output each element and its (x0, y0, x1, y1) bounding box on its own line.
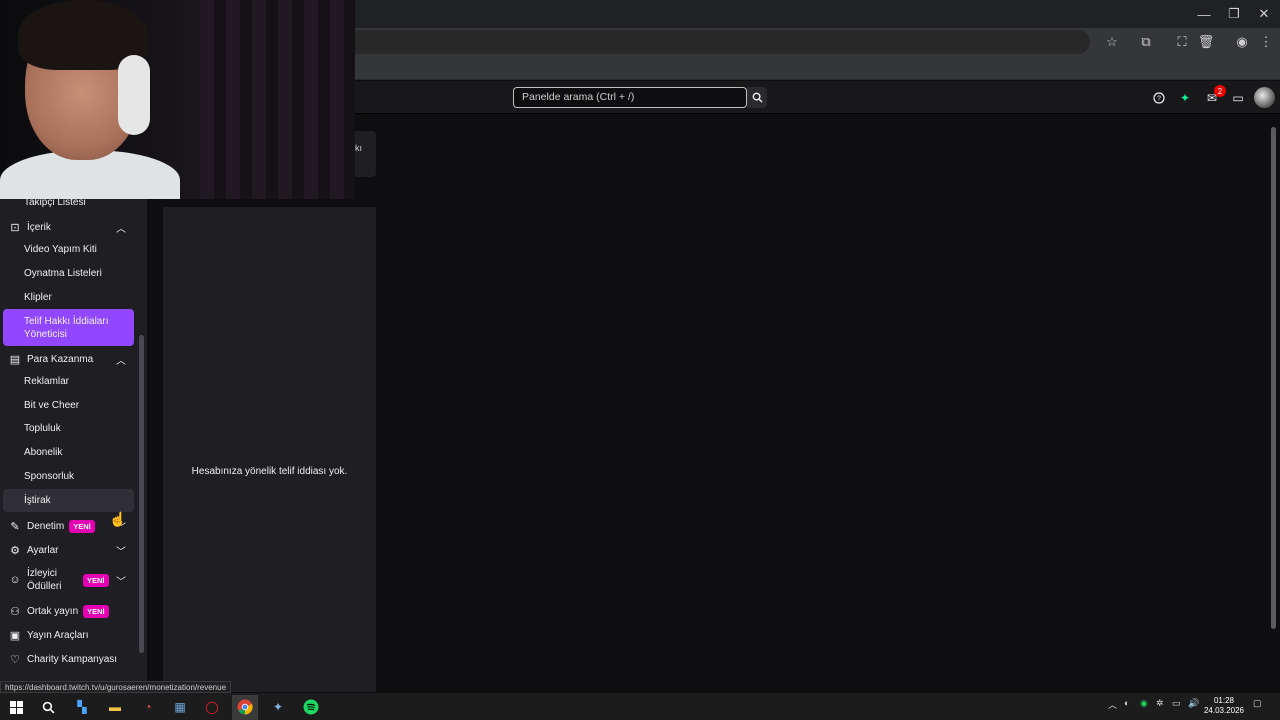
chevron-up-icon[interactable]: ︿ (116, 352, 126, 367)
sidebar-section-label: Ayarlar (27, 544, 59, 556)
sidebar-section-settings[interactable]: ⚙ Ayarlar (8, 543, 59, 557)
start-icon[interactable] (4, 695, 28, 719)
sidebar-section-label: Charity Kampanyası (27, 653, 118, 665)
sidebar-section-label: İzleyici Ödülleri (27, 568, 62, 592)
collab-icon: ⚇ (10, 605, 20, 618)
file-explorer-icon[interactable]: ▬ (103, 695, 127, 719)
webcam-background (200, 0, 355, 199)
notification-badge: 2 (1214, 85, 1226, 97)
opera-icon[interactable]: ◯ (200, 695, 224, 719)
sidebar-section-viewer-rewards[interactable]: ☺ İzleyici Ödülleri YENİ (8, 567, 109, 593)
menu-icon[interactable]: ⋮ (1256, 32, 1276, 52)
restore-button[interactable]: ❐ (1218, 0, 1250, 28)
webcam-headset (118, 55, 150, 135)
sidebar-item-playlists[interactable]: Oynatma Listeleri (24, 268, 102, 279)
mouse-cursor-icon: ☝ (109, 511, 127, 527)
sidebar-section-moderation[interactable]: ✎ Denetim YENİ (8, 519, 95, 533)
sidebar-section-label: Para Kazanma (27, 353, 94, 365)
sidebar-section-content[interactable]: ⊡ İçerik (8, 220, 51, 234)
star-icon[interactable]: ☆ (1102, 32, 1122, 52)
notifications-icon[interactable]: ▢ (1253, 698, 1262, 709)
sidebar-item-affiliate[interactable]: İştirak (24, 495, 51, 506)
content-icon: ⊡ (10, 221, 20, 234)
sidebar-item-bits[interactable]: Bit ve Cheer (24, 400, 79, 411)
close-window-button[interactable]: ✕ (1248, 0, 1280, 28)
sparkle-icon[interactable]: ✦ (1176, 89, 1194, 107)
webcam-overlay (0, 0, 355, 199)
new-badge: YENİ (69, 519, 95, 533)
sidebar-item-copyright-claims[interactable]: Telif Hakkı İddiaları Yöneticisi (24, 315, 124, 341)
search-taskbar-icon[interactable] (36, 695, 60, 719)
profile-icon[interactable]: ◉ (1232, 32, 1252, 52)
tray-chevron-icon[interactable]: ︿ (1108, 698, 1117, 711)
panel-header-fragment: kı (355, 143, 363, 153)
sidebar-item-hover-bg (3, 489, 134, 512)
sidebar-scrollbar[interactable] (139, 335, 144, 653)
empty-claims-message: Hesabınıza yönelik telif iddiası yok. (191, 466, 348, 477)
network-icon[interactable]: ▭ (1172, 698, 1181, 709)
taskbar-clock[interactable]: 01:28 24.03.2026 (1198, 696, 1250, 716)
app-icon-1[interactable]: ▚ (70, 695, 94, 719)
minimize-button[interactable]: — (1188, 0, 1220, 28)
svg-text:?: ? (1157, 96, 1161, 103)
whispers-icon[interactable]: ▭ (1229, 89, 1247, 107)
stream-tools-icon: ▣ (9, 629, 21, 642)
sidebar-section-label: İçerik (27, 221, 51, 233)
rewards-icon: ☺ (9, 574, 21, 586)
trash-icon[interactable]: 🗑 (1196, 32, 1216, 52)
app-icon-2[interactable]: ◔ (136, 695, 160, 719)
new-badge: YENİ (83, 604, 109, 618)
charity-icon: ♡ (10, 653, 20, 666)
new-badge: YENİ (83, 573, 109, 587)
windows-taskbar (0, 693, 1280, 720)
sidebar-section-charity[interactable]: ♡ Charity Kampanyası (8, 652, 117, 666)
app-icon-3[interactable]: ✦ (266, 695, 290, 719)
chevron-down-icon[interactable]: ﹀ (116, 573, 126, 588)
spotify-tray-icon[interactable]: ◉ (1140, 698, 1148, 709)
chevron-up-icon[interactable]: ︿ (116, 220, 126, 235)
sidebar-item-subscription[interactable]: Abonelik (24, 447, 62, 458)
panel-header-card (355, 131, 376, 177)
chevron-down-icon[interactable]: ﹀ (116, 543, 126, 558)
settings-icon: ⚙ (10, 544, 20, 557)
clock-time: 01:28 (1213, 696, 1235, 705)
app-tray-icon[interactable]: ✲ (1156, 698, 1164, 709)
sidebar-section-stream-tools[interactable]: ▣ Yayın Araçları (8, 628, 89, 642)
steam-tray-icon[interactable]: ◐ (1124, 698, 1129, 708)
sidebar-item-clips[interactable]: Klipler (24, 292, 52, 303)
search-input[interactable]: Panelde arama (Ctrl + /) (513, 87, 747, 108)
sidebar-item-community[interactable]: Topluluk (24, 423, 61, 434)
sidebar-item-sponsorship[interactable]: Sponsorluk (24, 471, 74, 482)
page-scrollbar[interactable] (1271, 127, 1276, 629)
spotify-icon[interactable] (299, 695, 323, 719)
sidebar-section-label: Ortak yayın (27, 605, 79, 617)
help-icon[interactable]: ? (1150, 89, 1168, 107)
sidebar-section-label: Denetim (27, 520, 65, 532)
search-icon (752, 92, 763, 103)
monetization-icon: ▤ (9, 353, 21, 366)
sidebar-section-label: Yayın Araçları (27, 629, 89, 641)
avatar[interactable] (1254, 87, 1275, 108)
extensions-icon[interactable]: ⧉ (1136, 32, 1156, 52)
cast-icon[interactable]: ⛶ (1172, 32, 1192, 52)
sidebar-section-monetization[interactable]: ▤ Para Kazanma (8, 352, 93, 366)
moderation-icon: ✎ (10, 520, 20, 533)
sidebar-section-collab[interactable]: ⚇ Ortak yayın YENİ (8, 604, 109, 618)
sidebar-item-video-kit[interactable]: Video Yapım Kiti (24, 244, 97, 255)
search-button[interactable] (747, 87, 767, 108)
clock-date: 24.03.2026 (1203, 706, 1245, 715)
claims-panel (163, 207, 376, 692)
chrome-icon[interactable] (233, 695, 257, 719)
calculator-icon[interactable]: ▦ (168, 695, 192, 719)
status-url: https://dashboard.twitch.tv/u/gurosaeren… (0, 681, 232, 693)
sidebar-item-ads[interactable]: Reklamlar (24, 376, 69, 387)
